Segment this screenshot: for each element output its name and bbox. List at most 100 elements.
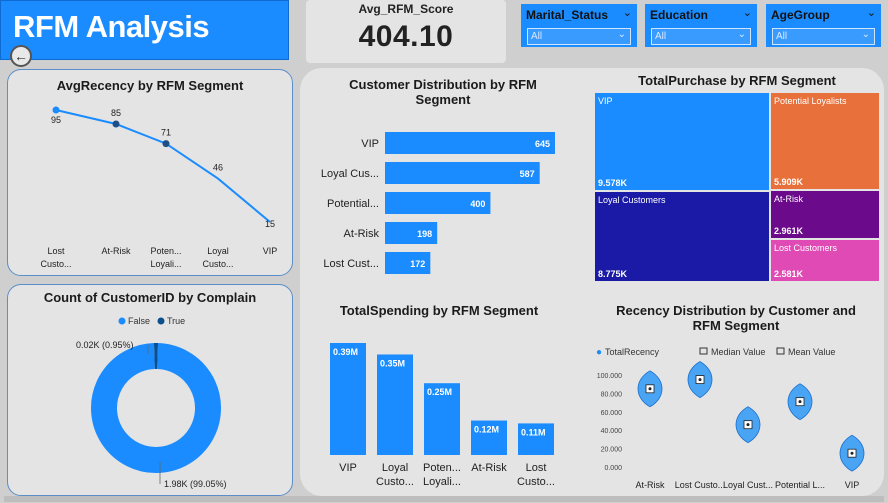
- data-point: [52, 106, 60, 114]
- slicer-education[interactable]: Education ⌄ All ⌄: [645, 4, 757, 47]
- mean-marker: [648, 387, 652, 391]
- back-arrow-icon[interactable]: ←: [10, 45, 32, 67]
- x-tick-label: Lost: [526, 462, 547, 474]
- slicer-value: All: [655, 31, 667, 42]
- bar-value-label: 0.39M: [333, 347, 358, 357]
- bar-value-label: 198: [417, 229, 432, 239]
- bar-value-label: 0.35M: [380, 358, 405, 368]
- kpi-card: Avg_RFM_Score 404.10: [306, 0, 506, 63]
- slicer-dropdown[interactable]: All ⌄: [651, 28, 751, 45]
- x-tick-label: Lost Custo...: [675, 480, 726, 490]
- slice-label-true: 0.02K (0.95%): [76, 340, 134, 350]
- violin-title: Recency Distribution by Customer and RFM…: [590, 303, 882, 333]
- x-tick-label: Poten...: [423, 462, 461, 474]
- donut-slice: [91, 343, 221, 473]
- chevron-down-icon[interactable]: ⌄: [623, 6, 632, 19]
- slicer-value: All: [776, 31, 788, 42]
- report-title-banner: RFM Analysis: [0, 0, 289, 60]
- distribution-title-line2: Segment: [415, 92, 471, 107]
- treemap-tile: [595, 192, 769, 281]
- total-spending-bar-chart[interactable]: 0.39M VIP 0.35M Loyal Custo... 0.25M Poten... L…: [318, 330, 568, 495]
- x-tick-label: Loyal: [382, 462, 408, 474]
- bar: [330, 343, 366, 455]
- distribution-title: Customer Distribution by RFM Segment: [318, 77, 568, 107]
- y-tick-label: Potential...: [327, 198, 379, 210]
- tile-label: Potential Loyalists: [774, 96, 847, 106]
- tile-label: Lost Customers: [774, 243, 838, 253]
- slicer-dropdown[interactable]: All ⌄: [772, 28, 875, 45]
- y-tick-label: 60.000: [601, 410, 623, 417]
- avg-recency-card: AvgRecency by RFM Segment 95 85 71 46 15 Lost…: [7, 69, 293, 276]
- bar-value-label: 400: [470, 199, 485, 209]
- y-tick-label: Lost Cust...: [323, 258, 379, 270]
- x-tick-label: VIP: [339, 462, 357, 474]
- complain-card: Count of CustomerID by Complain False Tr…: [7, 284, 293, 496]
- kpi-label: Avg_RFM_Score: [358, 2, 454, 16]
- legend-true-label: True: [167, 316, 185, 326]
- x-tick-label: Potential L...: [775, 480, 825, 490]
- legend-median-label: Median Value: [711, 347, 765, 357]
- y-tick-label: Loyal Cus...: [321, 168, 379, 180]
- legend-mean-label: Mean Value: [788, 347, 835, 357]
- tile-value: 9.578K: [598, 178, 628, 188]
- data-point: [112, 120, 120, 128]
- slicer-label: Education: [650, 8, 709, 22]
- y-tick-label: 100.000: [597, 373, 622, 380]
- y-tick-label: VIP: [361, 138, 379, 150]
- x-tick-label: Loyali...: [150, 259, 181, 269]
- spending-title: TotalSpending by RFM Segment: [339, 303, 539, 318]
- mean-marker: [746, 423, 750, 427]
- treemap-tile: [771, 93, 879, 189]
- drop-icon: ●: [596, 347, 602, 358]
- bar: [385, 132, 555, 154]
- median-legend-icon: [699, 347, 708, 355]
- y-tick-label: 0.000: [604, 465, 622, 472]
- legend-false-marker: [118, 317, 126, 325]
- avg-recency-line-chart[interactable]: 95 85 71 46 15 Lost Custo... At-Risk Poten... Loy…: [8, 70, 294, 277]
- x-tick-label: Loyal Cust...: [723, 480, 773, 490]
- mean-legend-icon: [776, 347, 785, 355]
- x-tick-label: At-Risk: [636, 480, 665, 490]
- tile-label: At-Risk: [774, 194, 803, 204]
- data-label: 95: [51, 115, 61, 125]
- slicer-dropdown[interactable]: All ⌄: [527, 28, 631, 45]
- mean-marker: [850, 451, 854, 455]
- customer-distribution-bar-chart[interactable]: 645 VIP 587 Loyal Cus... 400 Potential... 198 A…: [300, 120, 590, 280]
- y-tick-label: 80.000: [601, 391, 623, 398]
- chevron-down-icon[interactable]: ⌄: [743, 6, 752, 19]
- legend-total-label: TotalRecency: [605, 347, 660, 357]
- chevron-down-icon: ⌄: [617, 29, 626, 40]
- chevron-down-icon: ⌄: [861, 29, 870, 40]
- x-tick-label: Custo...: [202, 259, 233, 269]
- data-label: 15: [265, 219, 275, 229]
- data-point: [162, 140, 170, 148]
- slicer-value: All: [531, 31, 543, 42]
- slicer-marital-status[interactable]: Marital_Status ⌄ All ⌄: [521, 4, 637, 47]
- x-tick-label: Custo...: [517, 476, 555, 488]
- distribution-title-line1: Customer Distribution by RFM: [349, 77, 537, 92]
- tile-value: 5.909K: [774, 177, 804, 187]
- bar-value-label: 0.25M: [427, 387, 452, 397]
- complain-donut-chart[interactable]: False True 0.02K (0.95%) 1.98K (99.05%): [8, 285, 294, 497]
- bar-value-label: 0.12M: [474, 425, 499, 435]
- legend-false-label: False: [128, 316, 150, 326]
- x-tick-label: Poten...: [150, 246, 181, 256]
- data-label: 71: [161, 128, 171, 138]
- recency-violin-chart[interactable]: ● TotalRecency Median Value Mean Value 1…: [590, 340, 882, 495]
- tile-value: 2.581K: [774, 269, 804, 279]
- kpi-value: 404.10: [358, 20, 454, 53]
- bar: [385, 162, 540, 184]
- x-tick-label: Loyal: [207, 246, 229, 256]
- tile-value: 8.775K: [598, 269, 628, 279]
- bar-value-label: 587: [520, 169, 535, 179]
- slicer-agegroup[interactable]: AgeGroup ⌄ All ⌄: [766, 4, 881, 47]
- total-purchase-treemap[interactable]: VIP 9.578K Loyal Customers 8.775K Potential …: [594, 92, 880, 282]
- treemap-tile: [595, 93, 769, 190]
- legend-true-marker: [157, 317, 165, 325]
- y-tick-label: 40.000: [601, 428, 623, 435]
- tile-label: VIP: [598, 96, 613, 106]
- tile-value: 2.961K: [774, 226, 804, 236]
- chevron-down-icon[interactable]: ⌄: [867, 6, 876, 19]
- slice-label-false: 1.98K (99.05%): [164, 479, 227, 489]
- horizontal-scrollbar[interactable]: [4, 496, 884, 502]
